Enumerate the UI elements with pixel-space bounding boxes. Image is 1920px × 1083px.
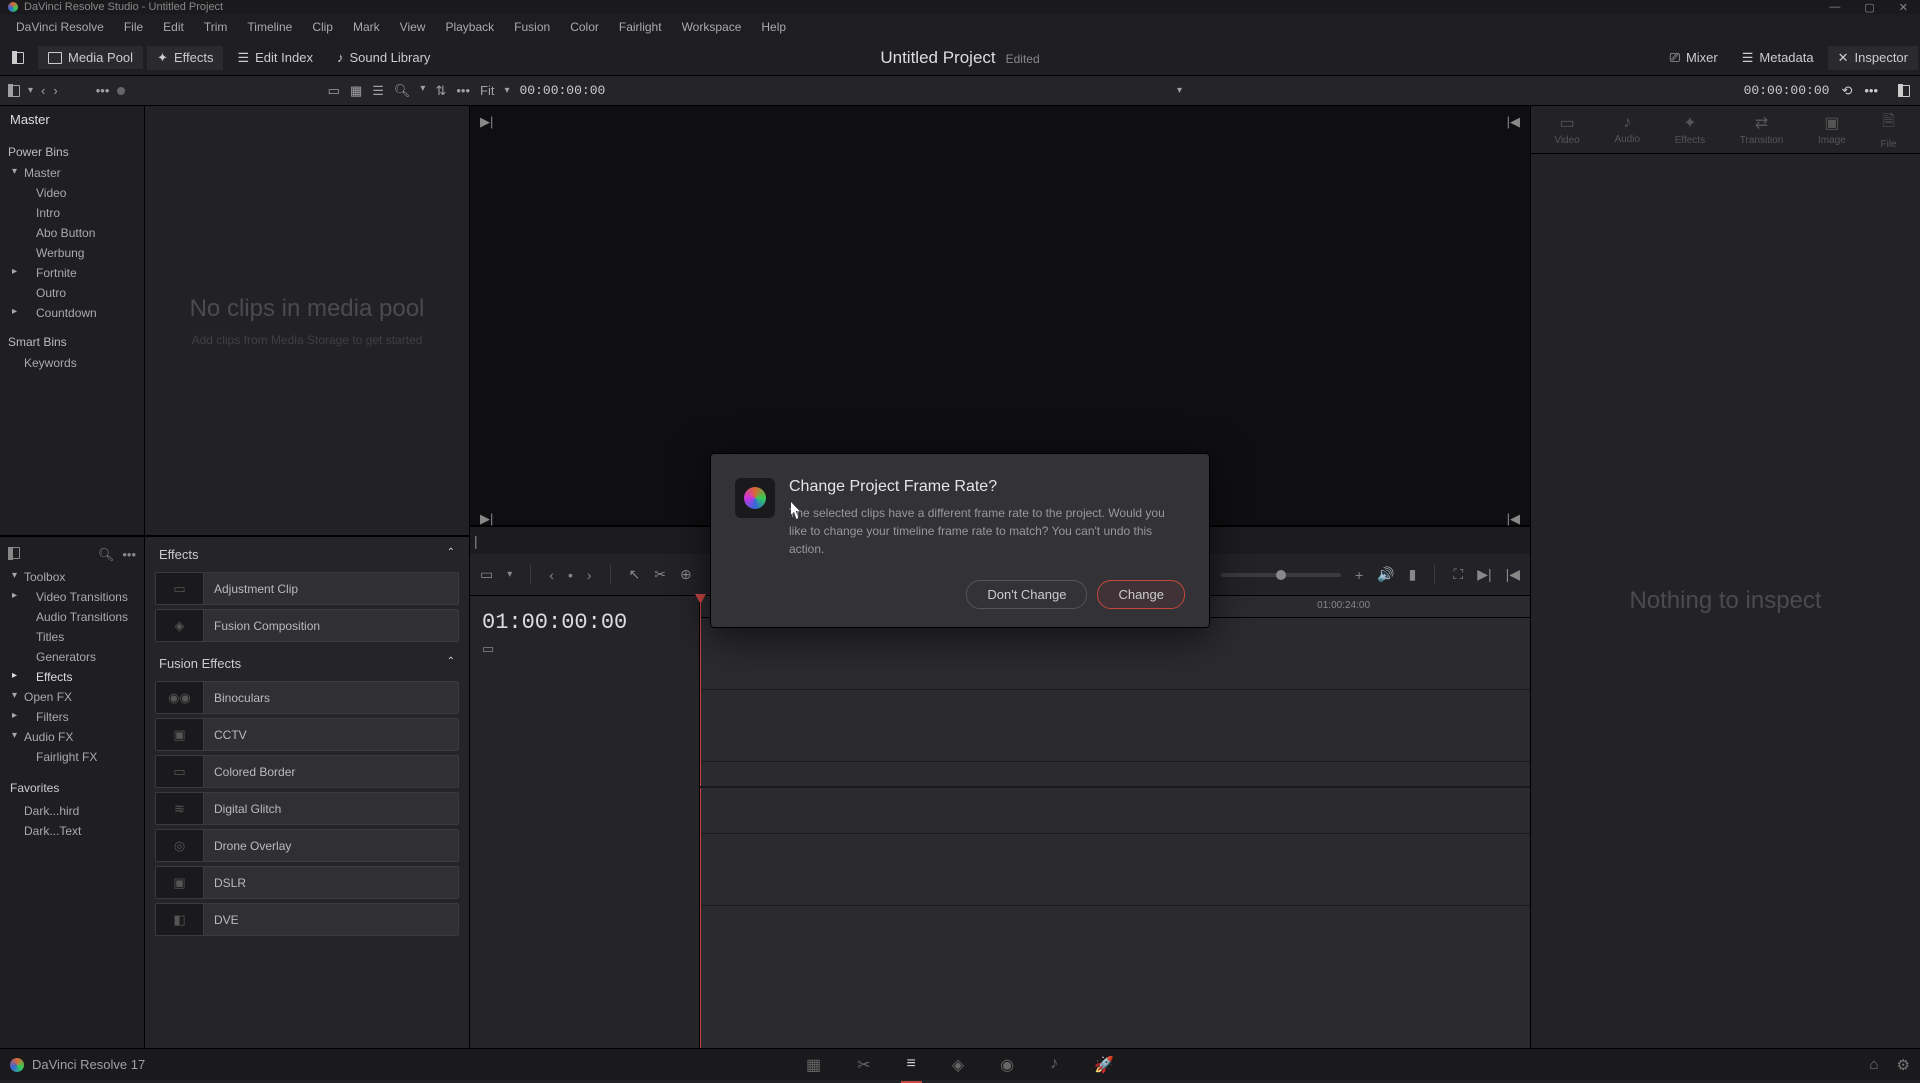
- change-button[interactable]: Change: [1097, 580, 1185, 609]
- resolve-logo-icon: [735, 478, 775, 518]
- dialog-body: The selected clips have a different fram…: [789, 504, 1185, 558]
- dialog-overlay: Change Project Frame Rate? The selected …: [0, 0, 1920, 1080]
- frame-rate-dialog: Change Project Frame Rate? The selected …: [710, 453, 1210, 628]
- dont-change-button[interactable]: Don't Change: [966, 580, 1087, 609]
- dialog-title: Change Project Frame Rate?: [789, 478, 1185, 496]
